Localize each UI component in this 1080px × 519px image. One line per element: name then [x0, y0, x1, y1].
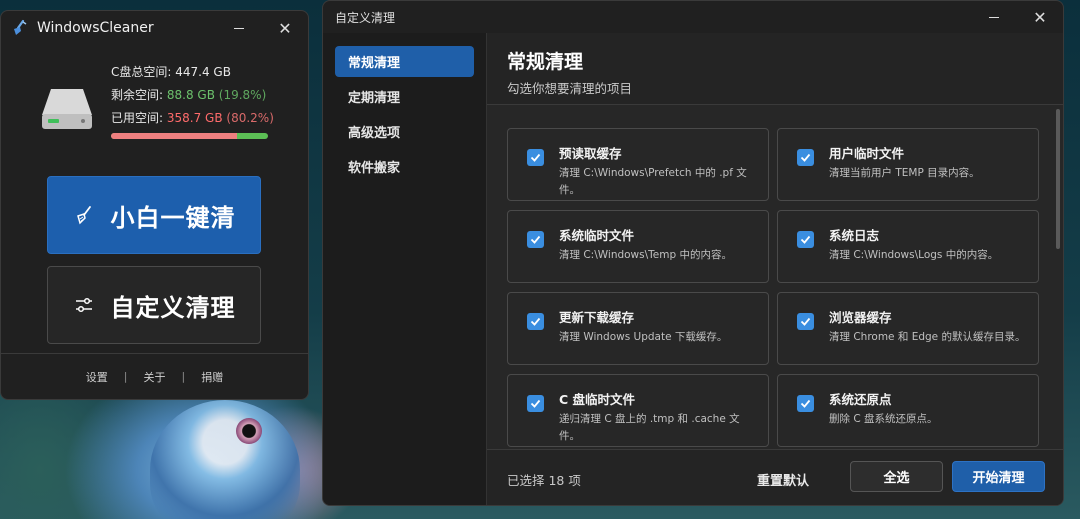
page-subtitle: 勾选你想要清理的项目 [507, 81, 633, 96]
clean-item-card[interactable]: 更新下载缓存 清理 Windows Update 下载缓存。 [507, 292, 769, 365]
clean-item-card[interactable]: 系统临时文件 清理 C:\Windows\Temp 中的内容。 [507, 210, 769, 283]
checkbox-checked-icon[interactable] [797, 149, 814, 166]
clean-item-description: 清理 C:\Windows\Logs 中的内容。 [829, 249, 999, 261]
nav-item-scheduled-clean[interactable]: 定期清理 [335, 81, 474, 112]
minimize-button[interactable] [216, 11, 262, 45]
checkbox-checked-icon[interactable] [797, 313, 814, 330]
clean-item-card[interactable]: 浏览器缓存 清理 Chrome 和 Edge 的默认缓存目录。 [777, 292, 1039, 365]
donate-link[interactable]: 捐赠 [201, 369, 223, 385]
disk-info: C盘总空间: 447.4 GB 剩余空间: 88.8 GB (19.8%) 已用… [1, 45, 308, 157]
titlebar[interactable]: WindowsCleaner ✕ [1, 11, 308, 45]
close-button[interactable]: ✕ [262, 11, 308, 45]
one-click-clean-label: 小白一键清 [110, 203, 236, 232]
checkbox-checked-icon[interactable] [527, 149, 544, 166]
checkbox-checked-icon[interactable] [797, 231, 814, 248]
clean-item-title: 系统临时文件 [559, 228, 635, 243]
checkbox-checked-icon[interactable] [527, 313, 544, 330]
clean-item-title: 系统日志 [829, 228, 880, 243]
checkbox-checked-icon[interactable] [527, 231, 544, 248]
action-bar: 已选择 18 项 重置默认 全选 开始清理 [487, 449, 1063, 505]
nav-item-advanced-options[interactable]: 高级选项 [335, 116, 474, 147]
hard-drive-icon [42, 89, 92, 129]
clean-item-title: 系统还原点 [829, 392, 892, 407]
custom-clean-button[interactable]: 自定义清理 [47, 266, 261, 344]
reset-default-button[interactable]: 重置默认 [757, 470, 809, 489]
custom-clean-label: 自定义清理 [110, 293, 236, 322]
clean-item-description: 清理 C:\Windows\Prefetch 中的 .pf 文件。 [559, 167, 747, 196]
nav-item-software-move[interactable]: 软件搬家 [335, 151, 474, 182]
titlebar[interactable]: 自定义清理 ✕ [323, 1, 1063, 33]
clean-item-title: 浏览器缓存 [829, 310, 892, 325]
content-header: 常规清理 勾选你想要清理的项目 [487, 33, 1063, 105]
page-title: 常规清理 [507, 51, 584, 73]
clean-item-card[interactable]: 系统还原点 删除 C 盘系统还原点。 [777, 374, 1039, 447]
clean-item-card[interactable]: 系统日志 清理 C:\Windows\Logs 中的内容。 [777, 210, 1039, 283]
footer-separator: | [123, 370, 128, 383]
clean-item-description: 删除 C 盘系统还原点。 [829, 413, 938, 425]
used-space-label: 已用空间: 358.7 GB (80.2%) [111, 111, 274, 125]
window-title: WindowsCleaner [37, 20, 154, 36]
custom-clean-window: 自定义清理 ✕ 常规清理 定期清理 高级选项 软件搬家 常规清理 勾选你想要清理… [322, 0, 1064, 506]
clean-item-title: 预读取缓存 [559, 146, 622, 161]
windowscleaner-main-window: WindowsCleaner ✕ C盘总空间: 447.4 GB 剩余空间: 8… [0, 10, 309, 400]
broom-app-icon [14, 19, 27, 35]
disk-usage-fill [111, 133, 237, 139]
sidebar-nav: 常规清理 定期清理 高级选项 软件搬家 [323, 33, 486, 505]
clean-item-title: C 盘临时文件 [559, 392, 636, 407]
about-link[interactable]: 关于 [144, 369, 166, 385]
clean-item-description: 清理 Windows Update 下载缓存。 [559, 331, 728, 343]
one-click-clean-button[interactable]: 小白一键清 [47, 176, 261, 254]
select-all-button[interactable]: 全选 [850, 461, 943, 492]
clean-items-grid: 预读取缓存 清理 C:\Windows\Prefetch 中的 .pf 文件。 … [507, 128, 1041, 448]
sliders-icon [75, 297, 92, 313]
clean-item-description: 清理 C:\Windows\Temp 中的内容。 [559, 249, 732, 261]
vertical-scrollbar[interactable] [1056, 109, 1060, 249]
wallpaper-creature [150, 400, 300, 519]
minimize-button[interactable] [971, 1, 1017, 34]
total-space-label: C盘总空间: 447.4 GB [111, 65, 231, 79]
selected-count: 已选择 18 项 [507, 473, 581, 488]
start-clean-button[interactable]: 开始清理 [952, 461, 1045, 492]
broom-icon [76, 206, 91, 225]
disk-usage-bar [111, 133, 268, 139]
nav-item-general-clean[interactable]: 常规清理 [335, 46, 474, 77]
footer-separator: | [181, 370, 186, 383]
clean-item-description: 清理 Chrome 和 Edge 的默认缓存目录。 [829, 331, 1026, 343]
settings-link[interactable]: 设置 [86, 369, 108, 385]
window-title: 自定义清理 [335, 10, 396, 25]
clean-item-title: 更新下载缓存 [559, 310, 635, 325]
footer-links: 设置 | 关于 | 捐赠 [1, 353, 308, 399]
clean-item-description: 清理当前用户 TEMP 目录内容。 [829, 167, 980, 179]
content-panel: 常规清理 勾选你想要清理的项目 预读取缓存 清理 C:\Windows\Pref… [486, 33, 1063, 505]
clean-item-card[interactable]: C 盘临时文件 递归清理 C 盘上的 .tmp 和 .cache 文件。 [507, 374, 769, 447]
wallpaper-creature-eye [236, 418, 262, 444]
clean-item-title: 用户临时文件 [829, 146, 905, 161]
checkbox-checked-icon[interactable] [527, 395, 544, 412]
clean-item-description: 递归清理 C 盘上的 .tmp 和 .cache 文件。 [559, 413, 740, 442]
close-button[interactable]: ✕ [1017, 1, 1063, 34]
checkbox-checked-icon[interactable] [797, 395, 814, 412]
clean-item-card[interactable]: 预读取缓存 清理 C:\Windows\Prefetch 中的 .pf 文件。 [507, 128, 769, 201]
clean-item-card[interactable]: 用户临时文件 清理当前用户 TEMP 目录内容。 [777, 128, 1039, 201]
free-space-label: 剩余空间: 88.8 GB (19.8%) [111, 88, 267, 102]
